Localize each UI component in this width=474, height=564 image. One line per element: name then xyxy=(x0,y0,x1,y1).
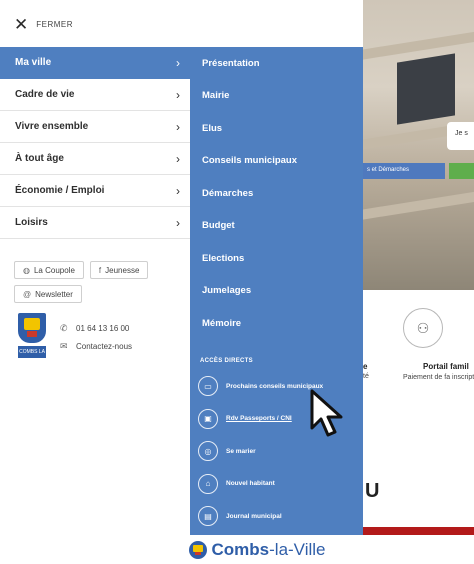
red-band xyxy=(363,527,474,535)
submenu-item-elections[interactable]: Elections xyxy=(190,242,363,275)
nav-item-loisirs[interactable]: Loisirs › xyxy=(0,207,190,239)
nav-item-vivre-ensemble[interactable]: Vivre ensemble › xyxy=(0,111,190,143)
demarches-button[interactable]: s et Démarches xyxy=(363,163,445,179)
jeunesse-label: Jeunesse xyxy=(105,265,140,275)
chevron-right-icon: › xyxy=(176,215,180,230)
green-button[interactable] xyxy=(449,163,474,179)
newspaper-icon: ▤ xyxy=(198,506,218,527)
section-heading-fragment: U xyxy=(365,480,380,502)
submenu-panel: Présentation Mairie Elus Conseils munici… xyxy=(190,47,363,535)
phone-number: 01 64 13 16 00 xyxy=(76,323,130,333)
submenu-item-elus[interactable]: Elus xyxy=(190,112,363,145)
background-page: Je s s et Démarches ⚇ Portail famil Paie… xyxy=(363,0,474,535)
direct-link-label: Se marier xyxy=(226,447,256,455)
nav-item-a-tout-age[interactable]: À tout âge › xyxy=(0,143,190,175)
calendar-icon: ▭ xyxy=(198,376,218,397)
id-card-icon: ▣ xyxy=(198,408,218,429)
quick-links-row-2: @ Newsletter xyxy=(14,285,82,303)
phone-link[interactable]: ✆ 01 64 13 16 00 xyxy=(60,319,132,337)
main-menu-panel: ✕ FERMER Ma ville › Cadre de vie › Vivre… xyxy=(0,0,190,535)
direct-link-label: Rdv Passeports / CNI xyxy=(226,415,292,423)
chevron-right-icon: › xyxy=(176,183,180,198)
direct-link-label: Nouvel habitant xyxy=(226,480,275,488)
globe-icon: ◍ xyxy=(23,265,30,275)
footer-brand-name: Combs-la-Ville xyxy=(212,540,326,560)
direct-link-nouvel-habitant[interactable]: ⌂ Nouvel habitant xyxy=(198,468,323,501)
chevron-right-icon: › xyxy=(176,55,180,70)
submenu-item-mairie[interactable]: Mairie xyxy=(190,80,363,113)
city-logo-word: COMBS LA VILLE xyxy=(18,346,46,367)
nav-item-economie-emploi[interactable]: Économie / Emploi › xyxy=(0,175,190,207)
nav-item-ma-ville[interactable]: Ma ville › xyxy=(0,47,190,79)
la-coupole-link[interactable]: ◍ La Coupole xyxy=(14,261,84,279)
la-coupole-label: La Coupole xyxy=(33,265,75,275)
nav-item-label: À tout âge xyxy=(15,153,64,164)
chevron-right-icon: › xyxy=(176,151,180,166)
brand-bold: Combs xyxy=(211,539,270,559)
contact-block: COMBS LA VILLE ✆ 01 64 13 16 00 ✉ Contac… xyxy=(18,313,132,367)
family-icon[interactable]: ⚇ xyxy=(403,308,443,348)
contact-lines: ✆ 01 64 13 16 00 ✉ Contactez-nous xyxy=(60,313,132,359)
phone-icon: ✆ xyxy=(60,322,68,333)
submenu-item-demarches[interactable]: Démarches xyxy=(190,177,363,210)
rings-icon: ◎ xyxy=(198,441,218,462)
close-label[interactable]: FERMER xyxy=(36,20,73,29)
chevron-right-icon: › xyxy=(176,119,180,134)
facebook-icon: f xyxy=(98,265,102,275)
nav-item-label: Ma ville xyxy=(15,57,52,68)
submenu-item-memoire[interactable]: Mémoire xyxy=(190,307,363,340)
quick-links-row-1: ◍ La Coupole f Jeunesse xyxy=(14,261,149,279)
direct-link-conseils[interactable]: ▭ Prochains conseils municipaux xyxy=(198,370,323,403)
direct-link-se-marier[interactable]: ◎ Se marier xyxy=(198,435,323,468)
portail-famille-desc: Paiement de fa inscription xyxy=(403,374,474,381)
nav-item-label: Cadre de vie xyxy=(15,89,75,100)
chevron-right-icon: › xyxy=(176,87,180,102)
acces-directs-title: ACCÈS DIRECTS xyxy=(200,358,253,364)
crest-icon xyxy=(18,313,46,343)
crest-icon xyxy=(188,540,207,559)
direct-links-list: ▭ Prochains conseils municipaux ▣ Rdv Pa… xyxy=(198,370,323,533)
footer-logo-link[interactable]: Combs-la-Ville xyxy=(188,540,326,560)
at-icon: @ xyxy=(23,289,32,299)
contact-link[interactable]: ✉ Contactez-nous xyxy=(60,337,132,355)
footer-brand-bar: Combs-la-Ville xyxy=(0,535,474,564)
submenu-item-conseils-municipaux[interactable]: Conseils municipaux xyxy=(190,145,363,178)
newsletter-link[interactable]: @ Newsletter xyxy=(14,285,82,303)
submenu-item-presentation[interactable]: Présentation xyxy=(190,47,363,80)
close-icon[interactable]: ✕ xyxy=(14,16,28,33)
jeunesse-link[interactable]: f Jeunesse xyxy=(89,261,149,279)
nav-item-cadre-de-vie[interactable]: Cadre de vie › xyxy=(0,79,190,111)
hero-speech-bubble: Je s xyxy=(447,122,474,150)
contact-label: Contactez-nous xyxy=(76,341,133,351)
main-nav: Ma ville › Cadre de vie › Vivre ensemble… xyxy=(0,47,190,239)
welcome-icon: ⌂ xyxy=(198,473,218,494)
close-menu-button[interactable]: ✕ FERMER xyxy=(14,16,73,33)
brand-rest: -la-Ville xyxy=(269,539,326,559)
direct-link-label: Journal municipal xyxy=(226,512,282,520)
submenu-item-jumelages[interactable]: Jumelages xyxy=(190,275,363,308)
nav-item-label: Économie / Emploi xyxy=(15,185,105,196)
mouse-cursor-icon xyxy=(310,389,343,437)
city-logo[interactable]: COMBS LA VILLE xyxy=(18,313,46,367)
newsletter-label: Newsletter xyxy=(35,289,73,299)
submenu-item-budget[interactable]: Budget xyxy=(190,210,363,243)
direct-link-journal[interactable]: ▤ Journal municipal xyxy=(198,500,323,533)
nav-item-label: Loisirs xyxy=(15,217,48,228)
envelope-icon: ✉ xyxy=(60,340,68,351)
portail-famille-title[interactable]: Portail famil xyxy=(423,362,469,371)
tile-fragment-title: e xyxy=(363,362,368,371)
nav-item-label: Vivre ensemble xyxy=(15,121,89,132)
tile-fragment-desc: té xyxy=(363,373,369,380)
direct-link-passeports[interactable]: ▣ Rdv Passeports / CNI xyxy=(198,403,323,436)
